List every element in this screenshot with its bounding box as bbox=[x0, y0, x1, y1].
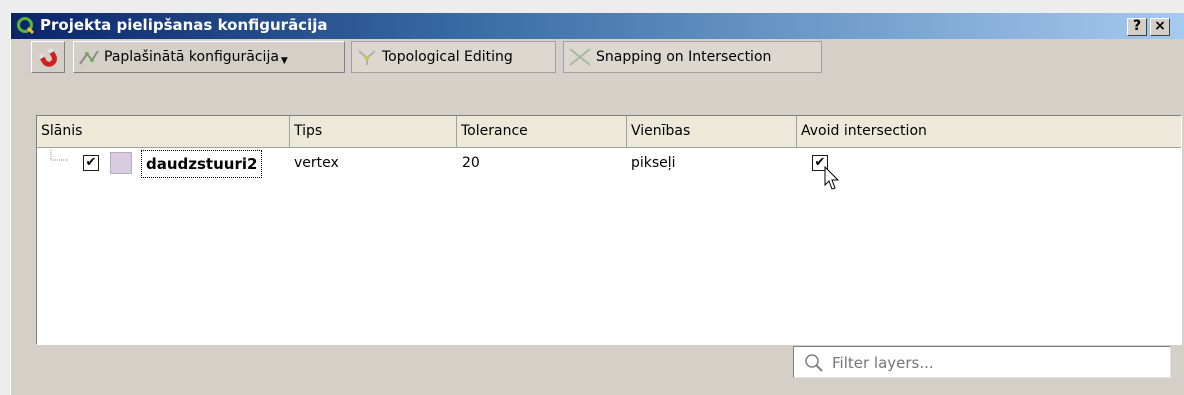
desktop-background bbox=[0, 0, 1184, 8]
layer-checkbox[interactable]: ✔ bbox=[83, 155, 99, 171]
title-bar[interactable]: Projekta pielipšanas konfigurācija ? × bbox=[11, 13, 1184, 39]
header-layer[interactable]: Slānis bbox=[37, 116, 290, 148]
header-tolerance[interactable]: Tolerance bbox=[457, 116, 627, 148]
layer-table: Slānis Tips Tolerance Vienības Avoid int… bbox=[36, 115, 1182, 345]
topology-icon bbox=[358, 50, 376, 65]
units-cell[interactable]: pikseļi bbox=[631, 148, 676, 178]
layer-name[interactable]: daudzstuuri2 bbox=[141, 150, 263, 178]
magnet-icon bbox=[38, 47, 57, 67]
advanced-config-dropdown[interactable]: Paplašinātā konfigurācija ▼ bbox=[73, 41, 345, 73]
snapping-intersection-button[interactable]: Snapping on Intersection bbox=[563, 41, 822, 73]
search-icon bbox=[805, 354, 823, 372]
enable-snapping-button[interactable] bbox=[31, 41, 65, 73]
filter-layers-field[interactable] bbox=[793, 346, 1171, 378]
snapping-config-icon bbox=[79, 50, 99, 65]
snapping-intersection-label: Snapping on Intersection bbox=[596, 49, 772, 65]
window-title: Projekta pielipšanas konfigurācija bbox=[40, 16, 328, 34]
layer-style-swatch bbox=[110, 152, 132, 174]
header-units[interactable]: Vienības bbox=[627, 116, 797, 148]
tree-branch-line bbox=[50, 150, 68, 161]
topological-editing-button[interactable]: Topological Editing bbox=[351, 41, 556, 73]
header-avoid-intersection[interactable]: Avoid intersection bbox=[797, 116, 1181, 148]
help-button[interactable]: ? bbox=[1127, 18, 1147, 36]
type-cell[interactable]: vertex bbox=[294, 148, 339, 178]
tolerance-cell[interactable]: 20 bbox=[462, 148, 480, 178]
filter-input[interactable] bbox=[830, 349, 1164, 377]
close-button[interactable]: × bbox=[1150, 18, 1170, 36]
snapping-dialog: Projekta pielipšanas konfigurācija ? × P… bbox=[10, 13, 1184, 395]
intersection-icon bbox=[569, 48, 591, 66]
qgis-logo-icon bbox=[17, 17, 34, 34]
mouse-cursor-icon bbox=[824, 166, 840, 190]
header-type[interactable]: Tips bbox=[290, 116, 457, 148]
topological-editing-label: Topological Editing bbox=[382, 49, 513, 65]
chevron-down-icon: ▼ bbox=[280, 56, 288, 66]
advanced-config-label: Paplašinātā konfigurācija bbox=[104, 49, 279, 65]
